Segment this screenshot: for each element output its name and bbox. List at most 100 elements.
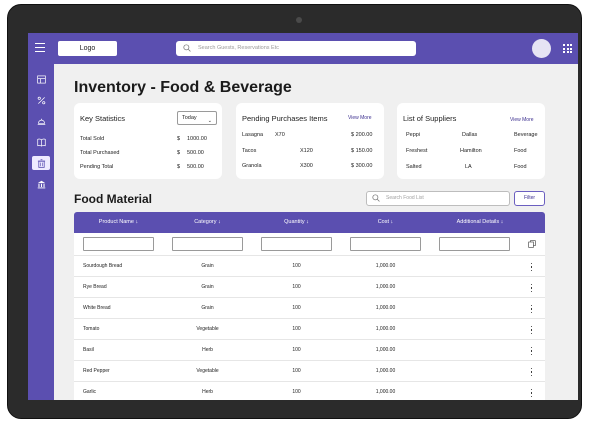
cell-cost: 1,000.00 xyxy=(375,347,396,353)
column-header-quantity[interactable]: Quantity ↓ xyxy=(252,212,341,233)
column-header-category[interactable]: Category ↓ xyxy=(163,212,252,233)
main-content: Inventory - Food & Beverage Key Statisti… xyxy=(54,64,578,400)
table-row[interactable]: Basil Herb 100 1,000.00 xyxy=(74,339,545,360)
dashboard-icon xyxy=(36,75,46,83)
cell-category: Herb xyxy=(202,347,213,353)
column-filter-row xyxy=(74,233,545,255)
avatar[interactable] xyxy=(532,39,551,58)
table-row[interactable]: Sourdough Bread Grain 100 1,000.00 xyxy=(74,255,545,276)
key-statistics-card: Key Statistics Today ⌄ Total Sold $ 1000… xyxy=(74,103,222,179)
supplier-name: Salted xyxy=(406,164,422,170)
pending-item-name: Granola xyxy=(242,163,262,169)
kebab-menu-icon[interactable] xyxy=(530,347,533,355)
pending-purchases-view-more-link[interactable]: View More xyxy=(348,115,372,121)
book-icon xyxy=(36,138,46,147)
cell-cost: 1,000.00 xyxy=(375,368,396,374)
pending-item-qty: X300 xyxy=(300,163,313,169)
cell-product-name: Tomato xyxy=(83,326,100,332)
cost-filter-input[interactable] xyxy=(350,237,421,251)
stat-amount: 1000.00 xyxy=(187,136,207,142)
pending-item-amount: $ 200.00 xyxy=(351,132,373,138)
sidebar xyxy=(28,64,54,400)
sidebar-item-finance[interactable] xyxy=(32,177,50,191)
pending-item-qty: X70 xyxy=(275,132,285,138)
kebab-menu-icon[interactable] xyxy=(530,305,533,313)
app-screen: Logo Search Guests, Reservations Etc Inv… xyxy=(28,33,578,400)
sidebar-item-services[interactable] xyxy=(32,114,50,128)
sidebar-item-bookings[interactable] xyxy=(32,135,50,149)
cell-category: Vegetable xyxy=(196,368,219,374)
cell-quantity: 100 xyxy=(292,263,301,269)
key-statistics-title: Key Statistics xyxy=(80,114,126,123)
kebab-menu-icon[interactable] xyxy=(530,368,533,376)
stat-currency: $ xyxy=(177,164,181,170)
logo-button[interactable]: Logo xyxy=(58,41,117,56)
stat-currency: $ xyxy=(177,150,181,156)
cell-product-name: Red Pepper xyxy=(83,368,110,374)
tablet-frame: Logo Search Guests, Reservations Etc Inv… xyxy=(7,4,582,419)
period-select[interactable]: Today ⌄ xyxy=(177,111,217,125)
table-row[interactable]: Rye Bread Grain 100 1,000.00 xyxy=(74,276,545,297)
food-search-input[interactable]: Search Food List xyxy=(366,191,510,206)
kebab-menu-icon[interactable] xyxy=(530,284,533,292)
pending-item-qty: X120 xyxy=(300,148,313,154)
quantity-filter-input[interactable] xyxy=(261,237,332,251)
table-row[interactable]: Garlic Herb 100 1,000.00 xyxy=(74,381,545,400)
apps-grid-icon[interactable] xyxy=(563,44,572,53)
cell-cost: 1,000.00 xyxy=(375,326,396,332)
sidebar-item-discounts[interactable] xyxy=(32,93,50,107)
column-header-cost[interactable]: Cost ↓ xyxy=(341,212,430,233)
copy-icon[interactable] xyxy=(528,240,536,248)
filter-button[interactable]: Filter xyxy=(514,191,545,206)
cell-quantity: 100 xyxy=(292,305,301,311)
pending-purchases-title: Pending Purchases Items xyxy=(242,114,328,123)
percentage-icon xyxy=(37,96,45,104)
cell-quantity: 100 xyxy=(292,389,301,395)
kebab-menu-icon[interactable] xyxy=(530,326,533,334)
pending-item-name: Tacos xyxy=(242,148,257,154)
cell-product-name: Rye Bread xyxy=(83,284,107,290)
trash-icon xyxy=(37,158,45,168)
column-header-additional-details[interactable]: Additional Details ↓ xyxy=(430,212,530,233)
supplier-city: LA xyxy=(465,164,472,170)
supplier-category: Food xyxy=(514,148,527,154)
stat-amount: 500.00 xyxy=(187,164,204,170)
supplier-city: Dallas xyxy=(462,132,478,138)
category-filter-input[interactable] xyxy=(172,237,243,251)
stat-amount: 500.00 xyxy=(187,150,204,156)
food-material-title: Food Material xyxy=(74,192,153,206)
kebab-menu-icon[interactable] xyxy=(530,263,533,271)
cell-product-name: Basil xyxy=(83,347,94,353)
page-title: Inventory - Food & Beverage xyxy=(74,79,292,96)
pending-item-name: Lasagna xyxy=(242,132,264,138)
stat-label: Total Sold xyxy=(80,136,105,142)
cell-quantity: 100 xyxy=(292,347,301,353)
supplier-category: Beverage xyxy=(514,132,538,138)
table-row[interactable]: Tomato Vegetable 100 1,000.00 xyxy=(74,318,545,339)
cell-category: Vegetable xyxy=(196,326,219,332)
table-header: Product Name ↓ Category ↓ Quantity ↓ Cos… xyxy=(74,212,545,233)
sidebar-item-dashboard[interactable] xyxy=(32,72,50,86)
cell-category: Grain xyxy=(201,305,214,311)
global-search-input[interactable]: Search Guests, Reservations Etc xyxy=(176,41,416,56)
top-bar: Logo Search Guests, Reservations Etc xyxy=(28,33,578,64)
table-row[interactable]: Red Pepper Vegetable 100 1,000.00 xyxy=(74,360,545,381)
supplier-name: Freshest xyxy=(406,148,428,154)
cell-quantity: 100 xyxy=(292,326,301,332)
cell-cost: 1,000.00 xyxy=(375,284,396,290)
hamburger-menu-icon[interactable] xyxy=(35,43,45,52)
suppliers-view-more-link[interactable]: View More xyxy=(510,117,534,123)
cell-quantity: 100 xyxy=(292,284,301,290)
pending-purchases-card: Pending Purchases Items View More Lasagn… xyxy=(236,103,384,179)
kebab-menu-icon[interactable] xyxy=(530,389,533,397)
column-header-product-name[interactable]: Product Name ↓ xyxy=(74,212,163,233)
global-search-placeholder: Search Guests, Reservations Etc xyxy=(198,45,280,51)
sidebar-item-inventory[interactable] xyxy=(32,156,50,170)
additional-details-filter-input[interactable] xyxy=(439,237,510,251)
product-name-filter-input[interactable] xyxy=(83,237,154,251)
table-row[interactable]: White Bread Grain 100 1,000.00 xyxy=(74,297,545,318)
supplier-city: Hamilton xyxy=(460,148,482,154)
concierge-bell-icon xyxy=(37,118,45,125)
cell-product-name: Sourdough Bread xyxy=(83,263,123,269)
food-search-placeholder: Search Food List xyxy=(386,195,424,201)
